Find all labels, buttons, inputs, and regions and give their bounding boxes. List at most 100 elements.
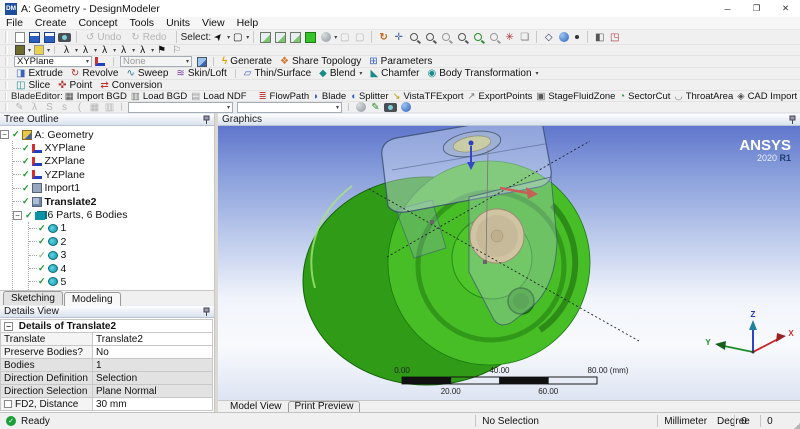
thin-surface-button[interactable]: ▱ Thin/Surface [240,68,315,79]
throatarea-button[interactable]: ◡ ThroatArea [672,91,735,102]
filter-face-icon[interactable] [289,31,302,43]
tree-item-yzplane[interactable]: ✓ YZPlane [13,168,214,181]
sketch-dropdown-2[interactable]: ▾ [237,101,342,113]
filter-vertex-icon[interactable] [259,31,272,43]
edge-color-icon[interactable] [32,44,45,56]
extrude-button[interactable]: ◨ Extrude [12,68,67,79]
point-button[interactable]: ✜ Point [54,80,96,91]
import-bgd-button[interactable]: ▦ Import BGD [63,91,129,102]
sectorcut-button[interactable]: ◔ SectorCut [617,91,672,102]
select-mode-dropdown[interactable]: ▾ [227,34,230,41]
measure-tool-icon-5[interactable]: λ [136,44,149,56]
box-select-dropdown[interactable]: ▾ [246,34,249,41]
details-group-header[interactable]: − Details of Translate2 [0,319,213,333]
stagefluidzone-button[interactable]: ▣ StageFluidZone [534,91,617,102]
slice-button[interactable]: ◫ Slice [12,80,54,91]
tree-item-xyplane[interactable]: ✓ XYPlane [13,141,214,154]
restore-button[interactable]: ❐ [742,0,771,17]
display-model-icon[interactable] [557,31,570,43]
box-select-icon[interactable]: ▢ [231,31,244,43]
new-file-icon[interactable] [13,31,26,43]
vistatfexport-button[interactable]: ↘ VistaTFExport [391,91,466,102]
close-button[interactable]: ✕ [771,0,800,17]
adjacent-select-dropdown[interactable]: ▾ [334,34,337,41]
flowpath-button[interactable]: ≣ FlowPath [257,91,312,102]
plane-select[interactable]: XYPlane ▾ [14,56,92,67]
conversion-button[interactable]: ⇄ Conversion [96,80,166,91]
magnify-icon[interactable] [471,31,485,43]
zoom-in-icon[interactable] [407,31,421,43]
adjacent-select-icon[interactable] [319,31,332,43]
pan-icon[interactable]: ✛ [392,31,405,43]
look-at-face-icon[interactable]: ◇ [542,31,555,43]
tree-item-body-3[interactable]: ✓ 3 [29,249,214,262]
tree-item-body-5[interactable]: ✓ 5 [29,275,214,288]
iso-view-icon[interactable]: ✳ [503,31,516,43]
pin-icon[interactable] [789,115,796,125]
extend-selection-icon[interactable]: ▢ [338,31,351,43]
revolve-button[interactable]: ↻ Revolve [67,68,123,79]
orientation-triad[interactable]: Z X Y [705,310,794,354]
extend-limits-icon[interactable]: ▢ [353,31,366,43]
skin-loft-button[interactable]: ≋ Skin/Loft [172,68,230,79]
measure-tool-icon-1[interactable]: λ [60,44,73,56]
display-point-icon[interactable] [575,35,580,39]
edge-color-dropdown[interactable]: ▾ [47,47,50,54]
tree-item-parts[interactable]: − ✓ 6 Parts, 6 Bodies [13,208,214,221]
measure-tool-icon-4[interactable]: λ [117,44,130,56]
pin-tool-icon[interactable]: ⚑ [155,44,168,56]
web-report-icon[interactable] [399,101,412,113]
zoom-to-fit-icon[interactable] [455,31,469,43]
sketch-tool-icon-4[interactable]: s [58,101,71,113]
sketch-dropdown-1[interactable]: ▾ [128,101,233,113]
apply-plane-icon[interactable] [95,56,108,68]
sketch-tool-icon-3[interactable]: S [43,101,56,113]
redo-button[interactable]: ↻ Redo [127,31,170,43]
new-sketch-icon[interactable] [195,56,208,68]
select-mode-icon[interactable]: ➤ [210,28,228,46]
tree-item-translate2[interactable]: ✓ Translate2 [13,195,214,208]
filter-edge-icon[interactable] [274,31,287,43]
sketch-tool-icon-5[interactable]: ( [73,101,86,113]
menu-create[interactable]: Create [29,17,73,29]
fd2-checkbox[interactable] [4,399,12,408]
menu-help[interactable]: Help [231,17,265,29]
body-transformation-button[interactable]: ◉ Body Transformation ▾ [424,68,543,79]
blend-button[interactable]: ◆ Blend ▾ [315,68,366,79]
graphics-viewport[interactable]: 0.00 40.00 80.00 (mm) 20.00 60.00 Z X Y … [218,126,800,400]
pin-icon[interactable] [203,307,210,317]
sketch-tool-icon-7[interactable]: ▥ [103,101,116,113]
collapse-icon[interactable]: − [13,210,22,220]
previous-view-icon[interactable]: ❏ [518,31,531,43]
measure-tool-icon-3[interactable]: λ [98,44,111,56]
face-color-dropdown[interactable]: ▾ [28,47,31,54]
collapse-icon[interactable]: − [0,130,9,140]
selection-info-icon[interactable]: ◳ [608,31,621,43]
tab-model-view[interactable]: Model View [224,401,288,412]
save-as-icon[interactable] [43,31,56,43]
tree-item-geometry[interactable]: − ✓ A: Geometry [0,128,214,141]
tree-item-body-1[interactable]: ✓ 1 [29,222,214,235]
measure-tool-icon-2[interactable]: λ [79,44,92,56]
load-bgd-button[interactable]: ▥ Load BGD [129,91,189,102]
filter-body-icon[interactable] [304,31,317,43]
blade-button[interactable]: ◗ Blade [311,91,348,102]
flag-tool-icon[interactable]: ⚐ [170,44,183,56]
share-topology-button[interactable]: ❖ Share Topology [276,56,365,67]
chamfer-button[interactable]: ◣ Chamfer [366,68,423,79]
generate-button[interactable]: ϟ Generate [218,56,276,67]
sketch-tool-icon-1[interactable]: ✎ [13,101,26,113]
comment-icon[interactable] [354,101,367,113]
pin-icon[interactable] [203,115,210,125]
resize-grip[interactable] [788,413,800,429]
load-ndf-button[interactable]: ▤ Load NDF [189,91,248,102]
menu-file[interactable]: File [0,17,29,29]
rotate-icon[interactable]: ↻ [377,31,390,43]
box-zoom-icon[interactable] [439,31,453,43]
cad-import-button[interactable]: ◈ CAD Import▾ [735,91,800,102]
minimize-button[interactable]: ─ [713,0,742,17]
image-capture-icon[interactable] [384,101,397,113]
menu-concept[interactable]: Concept [72,17,123,29]
zoom-out-icon[interactable] [423,31,437,43]
sketch-select[interactable]: None ▾ [120,56,192,67]
